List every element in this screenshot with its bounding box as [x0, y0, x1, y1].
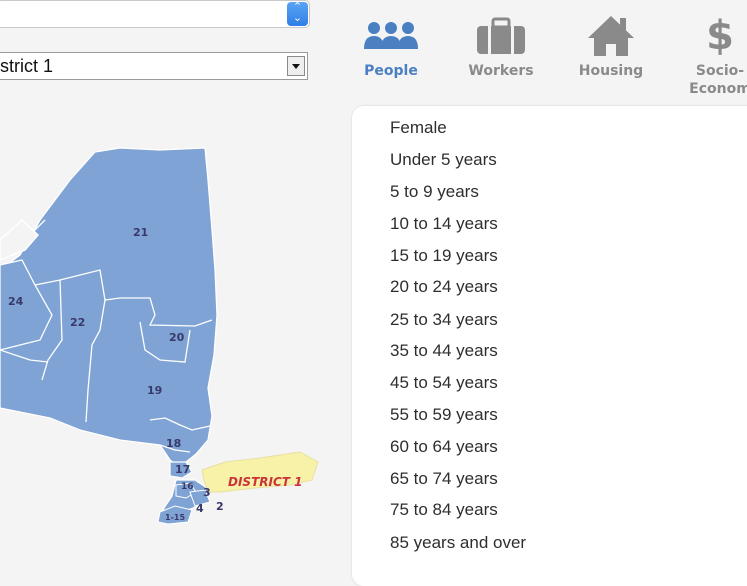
option-15-to-19[interactable]: 15 to 19 years — [390, 246, 498, 266]
people-icon — [358, 10, 424, 62]
option-5-to-9[interactable]: 5 to 9 years — [390, 182, 479, 202]
map-label-21: 21 — [133, 226, 148, 239]
map-label-20: 20 — [169, 331, 185, 344]
map-label-17: 17 — [175, 463, 190, 476]
option-60-to-64[interactable]: 60 to 64 years — [390, 437, 498, 457]
select-stepper-icon[interactable]: ⌃ ⌄ — [287, 2, 308, 26]
briefcase-icon — [464, 10, 538, 62]
house-icon — [574, 10, 648, 62]
option-female[interactable]: Female — [390, 118, 447, 138]
option-55-to-59[interactable]: 55 to 59 years — [390, 405, 498, 425]
map-label-16: 16 — [181, 482, 194, 492]
tab-socio-label: Socio- — [695, 63, 745, 79]
option-35-to-44[interactable]: 35 to 44 years — [390, 341, 498, 361]
option-65-to-74[interactable]: 65 to 74 years — [390, 469, 498, 489]
option-25-to-34[interactable]: 25 to 34 years — [390, 310, 498, 330]
option-10-to-14[interactable]: 10 to 14 years — [390, 214, 498, 234]
tab-workers[interactable]: Workers — [464, 10, 538, 80]
map-label-3: 3 — [203, 486, 211, 499]
option-under-5[interactable]: Under 5 years — [390, 150, 497, 170]
tab-people[interactable]: People — [358, 10, 424, 80]
tab-socio-label-2: Econom — [689, 81, 747, 97]
tab-housing-label: Housing — [578, 63, 644, 79]
option-75-to-84[interactable]: 75 to 84 years — [390, 500, 498, 520]
option-45-to-54[interactable]: 45 to 54 years — [390, 373, 498, 393]
dollar-icon: $ — [706, 13, 734, 59]
map-label-19: 19 — [147, 384, 162, 397]
tab-workers-label: Workers — [468, 63, 534, 79]
district-select[interactable]: istrict 1 — [0, 52, 308, 80]
option-20-to-24[interactable]: 20 to 24 years — [390, 277, 498, 297]
district-map[interactable]: 21 24 22 20 19 18 17 16 3 4 2 1-15 DISTR… — [0, 140, 330, 540]
chevron-down-icon[interactable] — [287, 56, 305, 76]
option-85-and-over[interactable]: 85 years and over — [390, 533, 526, 553]
tab-housing[interactable]: Housing — [574, 10, 648, 80]
tab-people-label: People — [364, 63, 418, 79]
map-label-22: 22 — [70, 316, 85, 329]
map-label-2: 2 — [216, 500, 224, 513]
district-1-map-label: DISTRICT 1 — [228, 475, 302, 489]
map-label-24: 24 — [8, 295, 24, 308]
tab-socio-economic[interactable]: $ Socio- Econom — [682, 10, 747, 98]
map-label-1-15: 1-15 — [165, 513, 185, 522]
geography-select[interactable]: ⌃ ⌄ — [0, 0, 310, 28]
map-label-4: 4 — [196, 502, 204, 515]
map-label-18: 18 — [166, 437, 181, 450]
district-select-value: istrict 1 — [0, 56, 54, 76]
